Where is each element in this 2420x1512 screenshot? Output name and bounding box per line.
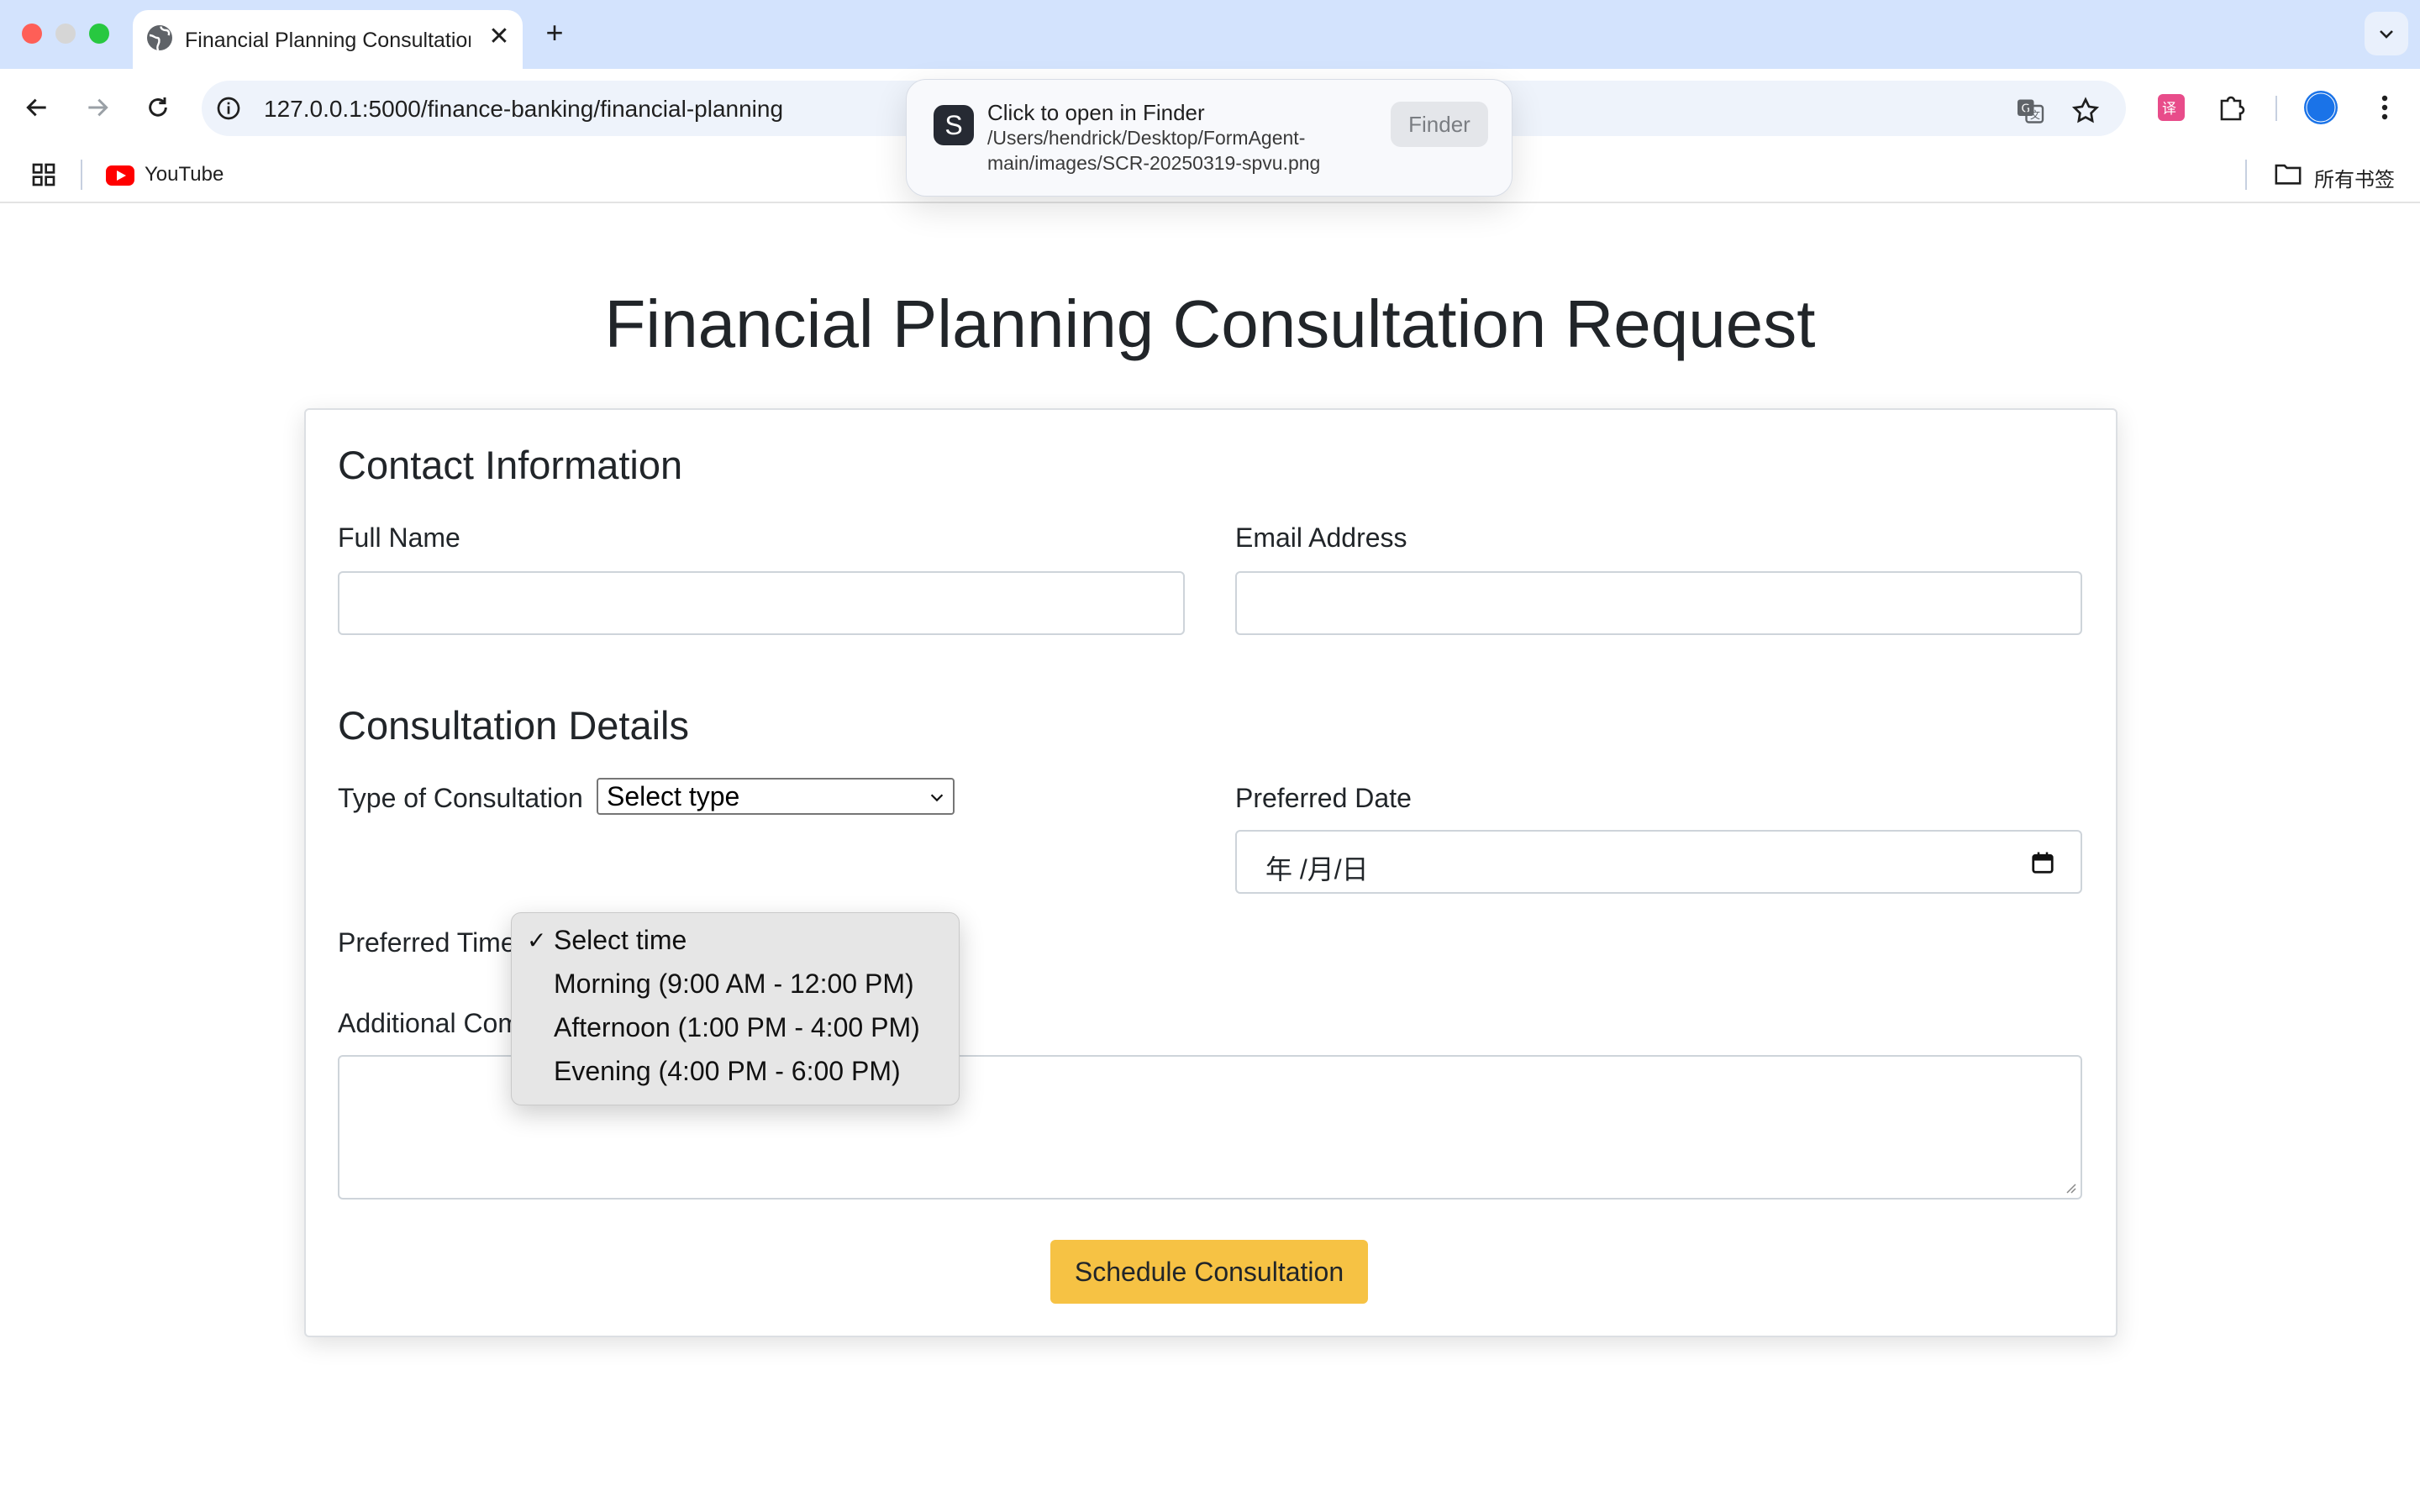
tab-close-icon[interactable]: ✕ xyxy=(484,22,514,52)
site-info-icon[interactable] xyxy=(215,95,242,122)
window-minimize-button[interactable] xyxy=(55,24,76,44)
forward-button[interactable] xyxy=(77,87,118,128)
tab-search-button[interactable] xyxy=(2365,12,2408,55)
time-option[interactable]: Afternoon (1:00 PM - 4:00 PM) xyxy=(554,1012,920,1043)
all-bookmarks-label: 所有书签 xyxy=(2314,169,2395,192)
time-option[interactable]: Select time xyxy=(554,925,687,956)
back-button[interactable] xyxy=(17,87,57,128)
preferred-time-label: Preferred Time xyxy=(338,927,516,958)
new-tab-button[interactable]: + xyxy=(538,17,571,50)
time-option[interactable]: Evening (4:00 PM - 6:00 PM) xyxy=(554,1056,901,1087)
date-placeholder: 年 /月/日 xyxy=(1265,854,1369,885)
consultation-type-select[interactable]: Select type xyxy=(597,778,955,815)
toolbar-divider xyxy=(2275,96,2277,121)
page-title: Financial Planning Consultation Request xyxy=(604,286,1816,361)
window-close-button[interactable] xyxy=(22,24,42,44)
puzzle-icon xyxy=(2220,96,2245,121)
open-finder-button[interactable]: Finder xyxy=(1391,102,1488,147)
popup-path-line2: main/images/SCR-20250319-spvu.png xyxy=(987,152,1321,174)
consultation-type-label: Type of Consultation xyxy=(338,783,583,813)
tab-title: Financial Planning Consultation Request xyxy=(185,29,471,52)
more-vert-icon xyxy=(2381,95,2388,120)
window-zoom-button[interactable] xyxy=(89,24,109,44)
globe-icon xyxy=(147,25,172,51)
consultation-section-heading: Consultation Details xyxy=(338,703,689,748)
bookmarks-divider-right xyxy=(2245,160,2247,190)
svg-text:译: 译 xyxy=(2162,101,2176,118)
folder-icon xyxy=(2275,164,2302,185)
extensions-button[interactable] xyxy=(2212,87,2252,128)
checkmark-icon: ✓ xyxy=(527,927,547,953)
calendar-icon[interactable] xyxy=(2030,850,2055,875)
avatar xyxy=(2304,91,2338,124)
browser-tab-active[interactable]: Financial Planning Consultation Request … xyxy=(133,10,523,69)
consultation-type-value: Select type xyxy=(607,781,740,811)
preferred-date-input[interactable]: 年 /月/日 xyxy=(1235,830,2082,894)
contact-section-heading: Contact Information xyxy=(338,443,683,487)
arrow-left-icon xyxy=(26,98,46,117)
preferred-time-dropdown-menu[interactable]: ✓ Select time Morning (9:00 AM - 12:00 P… xyxy=(511,912,960,1105)
full-name-label: Full Name xyxy=(338,522,460,553)
url-text[interactable]: 127.0.0.1:5000/finance-banking/financial… xyxy=(264,96,783,123)
apps-grid-icon[interactable] xyxy=(30,161,57,188)
youtube-icon xyxy=(106,165,134,186)
reload-button[interactable] xyxy=(138,87,178,128)
chevron-down-icon xyxy=(2380,30,2393,39)
reload-icon xyxy=(149,97,167,117)
bookmarks-divider xyxy=(81,160,82,190)
chrome-menu-button[interactable] xyxy=(2365,87,2405,128)
full-name-input[interactable] xyxy=(338,571,1185,635)
email-label: Email Address xyxy=(1235,522,1407,553)
browser-tabstrip: Financial Planning Consultation Request … xyxy=(0,0,2420,69)
app-logo-icon: S xyxy=(934,105,974,145)
popup-title: Click to open in Finder xyxy=(987,100,1205,125)
chevron-down-icon xyxy=(930,794,944,802)
popup-path-line1: /Users/hendrick/Desktop/FormAgent- xyxy=(987,127,1306,149)
open-in-finder-popup[interactable]: S Click to open in Finder /Users/hendric… xyxy=(906,79,1512,197)
bookmark-label: YouTube xyxy=(145,163,224,186)
email-input[interactable] xyxy=(1235,571,2082,635)
profile-button[interactable] xyxy=(2301,87,2341,128)
translate-extension-icon: 译 xyxy=(2158,94,2185,121)
time-option[interactable]: Morning (9:00 AM - 12:00 PM) xyxy=(554,969,914,1000)
preferred-date-label: Preferred Date xyxy=(1235,783,1412,813)
resize-grip-icon[interactable] xyxy=(2062,1179,2077,1194)
extension-translate-button[interactable]: 译 xyxy=(2151,87,2191,128)
svg-text:文: 文 xyxy=(2030,108,2040,121)
translate-icon[interactable]: G文 xyxy=(2015,96,2045,126)
schedule-consultation-button[interactable]: Schedule Consultation xyxy=(1050,1240,1368,1304)
arrow-right-icon xyxy=(88,98,108,117)
star-icon[interactable] xyxy=(2070,96,2101,126)
